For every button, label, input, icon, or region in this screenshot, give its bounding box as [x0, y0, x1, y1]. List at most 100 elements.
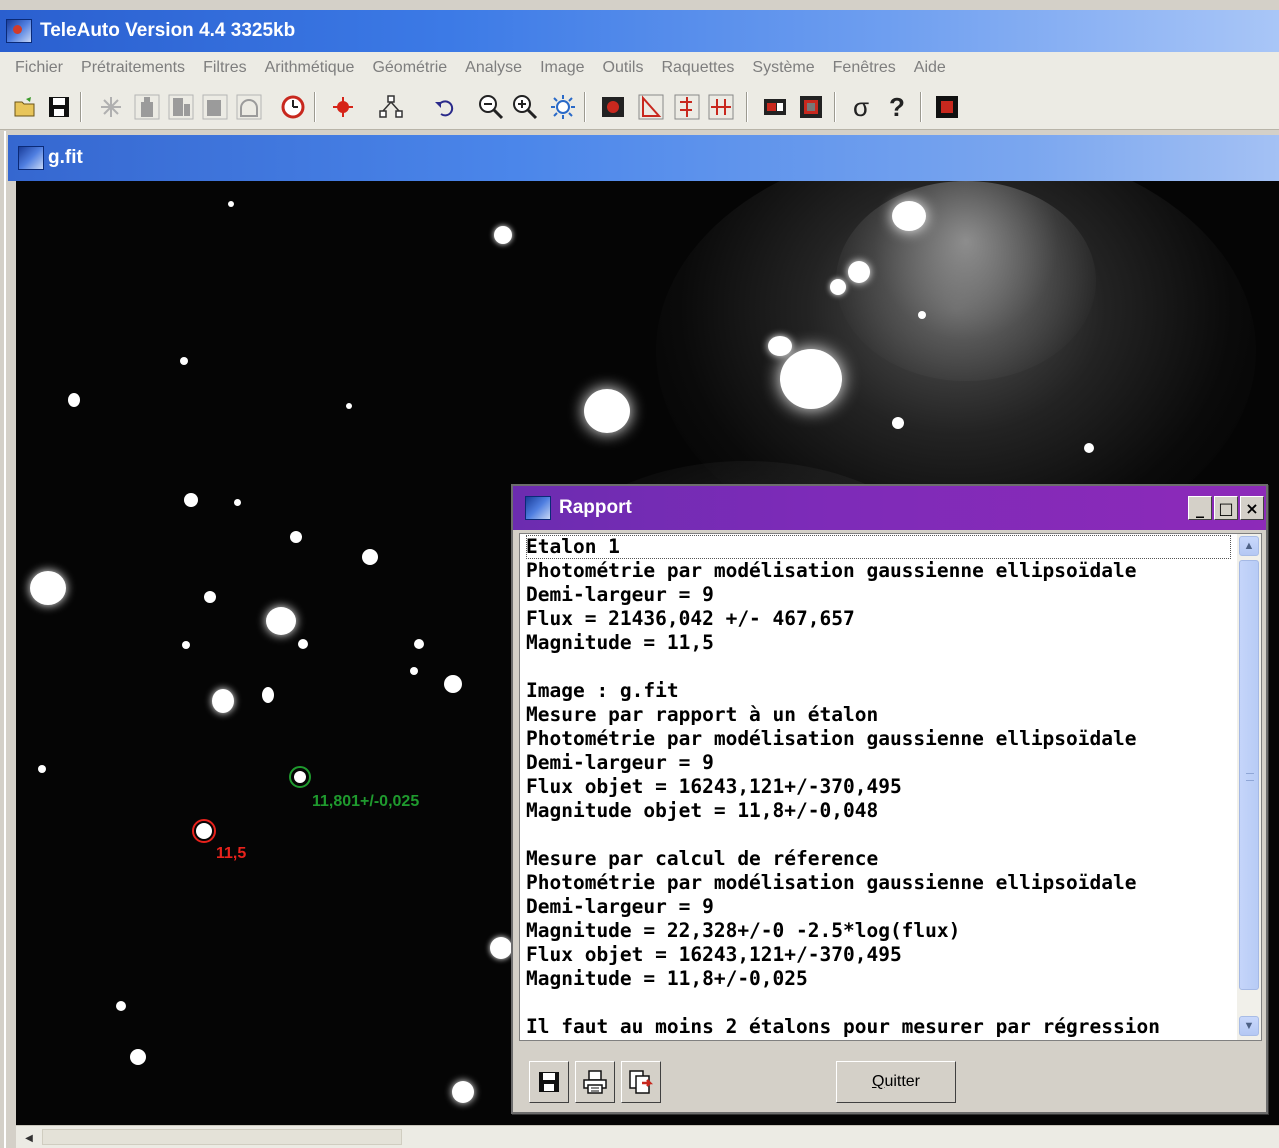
measured-star-marker[interactable] [289, 766, 311, 788]
report-line: Magnitude = 11,8+/-0,025 [526, 967, 808, 990]
scroll-up-icon[interactable]: ▲ [1239, 536, 1259, 556]
star [290, 531, 302, 543]
zoom-out-icon[interactable] [476, 92, 506, 122]
report-line: Demi-largeur = 9 [526, 751, 714, 774]
star [584, 389, 630, 433]
report-text: Etalon 1 Photométrie par modélisation gau… [526, 535, 1232, 1039]
toolbar-separator [584, 92, 586, 122]
triangle-icon[interactable] [636, 92, 666, 122]
star [768, 336, 792, 356]
save-icon[interactable] [44, 92, 74, 122]
report-line: Demi-largeur = 9 [526, 895, 714, 918]
report-line: Photométrie par modélisation gaussienne … [526, 871, 1137, 894]
star [410, 667, 418, 675]
scrollbar-thumb[interactable] [1239, 560, 1259, 990]
flip-icon[interactable] [672, 92, 702, 122]
star [892, 201, 926, 231]
reference-star-marker[interactable] [192, 819, 216, 843]
dialog-titlebar[interactable]: Rapport [513, 486, 1266, 530]
report-line: Flux objet = 16243,121+/-370,495 [526, 775, 902, 798]
star [204, 591, 216, 603]
star [212, 689, 234, 713]
report-line: Flux = 21436,042 +/- 467,657 [526, 607, 855, 630]
app-icon[interactable] [6, 19, 32, 43]
menu-image[interactable]: Image [531, 59, 593, 77]
save-icon [539, 1072, 559, 1092]
quit-button[interactable]: Quitter [836, 1061, 956, 1103]
scrollbar-grip [1246, 773, 1254, 781]
document-titlebar[interactable]: g.fit [8, 135, 1279, 181]
toolbar-separator [834, 92, 836, 122]
scroll-left-icon[interactable]: ◀ [20, 1129, 38, 1147]
open-icon[interactable] [10, 92, 40, 122]
report-line: Flux objet = 16243,121+/-370,495 [526, 943, 902, 966]
toolbar-separator [80, 92, 82, 122]
undo-icon[interactable] [430, 92, 460, 122]
menu-bar: Fichier Prétraitements Filtres Arithméti… [0, 52, 1279, 84]
star [180, 357, 188, 365]
zoom-in-icon[interactable] [510, 92, 540, 122]
close-button[interactable]: × [1240, 496, 1264, 520]
toolbar-separator [314, 92, 316, 122]
minimize-button[interactable]: _ [1188, 496, 1212, 520]
stop-icon[interactable] [932, 92, 962, 122]
menu-geometrie[interactable]: Géométrie [363, 59, 456, 77]
scrollbar-thumb[interactable] [42, 1129, 402, 1145]
report-line: Etalon 1 [526, 535, 1231, 559]
report-line: Il faut au moins 2 étalons pour mesurer … [526, 1015, 1160, 1038]
menu-fichier[interactable]: Fichier [6, 59, 72, 77]
clock-icon[interactable] [278, 92, 308, 122]
toolbar-separator [746, 92, 748, 122]
help-icon[interactable]: ? [882, 92, 912, 122]
printer-icon [583, 1070, 607, 1094]
star [346, 403, 352, 409]
film-icon[interactable] [760, 92, 790, 122]
toolbar-separator [920, 92, 922, 122]
scroll-down-icon[interactable]: ▼ [1239, 1016, 1259, 1036]
document-title: g.fit [48, 147, 83, 168]
tool-disabled-3-icon[interactable] [200, 92, 230, 122]
maximize-button[interactable]: □ [1214, 496, 1238, 520]
menu-filtres[interactable]: Filtres [194, 59, 256, 77]
report-line: Photométrie par modélisation gaussienne … [526, 559, 1137, 582]
export-report-button[interactable] [621, 1061, 661, 1103]
tool-disabled-2-icon[interactable] [166, 92, 196, 122]
star [68, 393, 80, 407]
report-vertical-scrollbar[interactable]: ▲ ▼ [1237, 534, 1261, 1040]
star [298, 639, 308, 649]
star [494, 226, 512, 244]
star [116, 1001, 126, 1011]
tool-disabled-1-icon[interactable] [132, 92, 162, 122]
app-titlebar[interactable]: TeleAuto Version 4.4 3325kb [0, 10, 1279, 52]
menu-pretraitements[interactable]: Prétraitements [72, 59, 194, 77]
menu-fenetres[interactable]: Fenêtres [824, 59, 905, 77]
menu-systeme[interactable]: Système [743, 59, 823, 77]
star [30, 571, 66, 605]
report-line [526, 991, 1232, 1015]
star-detect-icon[interactable] [328, 92, 358, 122]
print-report-button[interactable] [575, 1061, 615, 1103]
image-horizontal-scrollbar[interactable]: ◀ [16, 1125, 1279, 1148]
star [234, 499, 241, 506]
arch-icon[interactable] [234, 92, 264, 122]
menu-aide[interactable]: Aide [905, 59, 955, 77]
menu-arithmetique[interactable]: Arithmétique [256, 59, 364, 77]
star [228, 201, 234, 207]
sigma-icon[interactable]: σ [846, 92, 876, 122]
menu-raquettes[interactable]: Raquettes [652, 59, 743, 77]
report-line: Mesure par calcul de réference [526, 847, 879, 870]
menu-outils[interactable]: Outils [594, 59, 653, 77]
mirror-icon[interactable] [706, 92, 736, 122]
report-text-area[interactable]: Etalon 1 Photométrie par modélisation gau… [519, 533, 1262, 1041]
dialog-icon[interactable] [525, 496, 551, 520]
stack-icon[interactable] [796, 92, 826, 122]
menu-analyse[interactable]: Analyse [456, 59, 531, 77]
save-report-button[interactable] [529, 1061, 569, 1103]
brightness-icon[interactable] [548, 92, 578, 122]
report-line: Magnitude = 22,328+/-0 -2.5*log(flux) [526, 919, 961, 942]
camera-icon[interactable] [598, 92, 628, 122]
flake-icon[interactable] [96, 92, 126, 122]
network-icon[interactable] [376, 92, 406, 122]
nebula-glow [836, 181, 1096, 381]
document-icon[interactable] [18, 146, 44, 170]
